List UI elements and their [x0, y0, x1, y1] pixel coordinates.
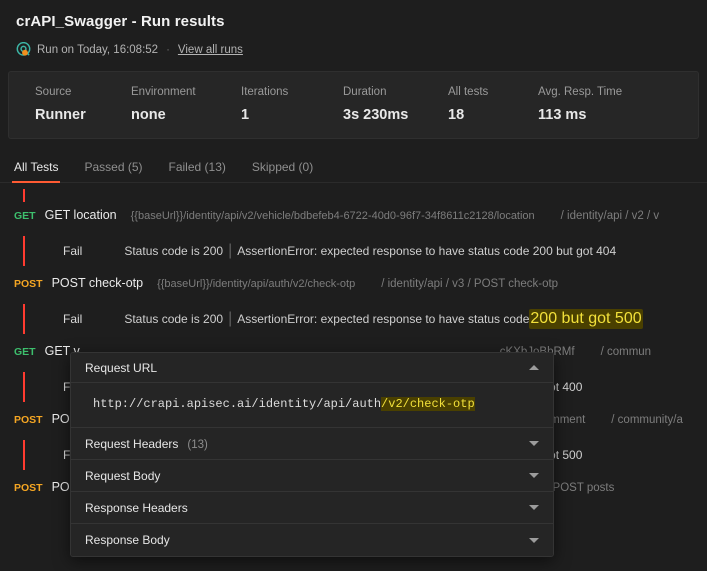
- page-header: crAPI_Swagger - Run results Run on Today…: [0, 0, 707, 57]
- breadcrumb: / identity/api / v3 / POST check-otp: [381, 278, 558, 290]
- tab-passed[interactable]: Passed (5): [84, 160, 142, 182]
- section-title: Response Headers: [85, 501, 188, 515]
- stat-label: All tests: [448, 86, 512, 98]
- request-detail-overlay: Request URL http://crapi.apisec.ai/ident…: [70, 352, 554, 557]
- assertion-status: Fail: [63, 312, 82, 326]
- assertion-name: Status code is 200: [124, 312, 223, 326]
- chevron-down-icon[interactable]: [529, 538, 539, 543]
- stat-value: 3s 230ms: [343, 107, 422, 123]
- request-name: GET location: [45, 208, 117, 222]
- stat-value: none: [131, 107, 215, 123]
- chevron-up-icon[interactable]: [529, 365, 539, 370]
- method-badge: GET: [14, 210, 36, 222]
- stat-avg-resp-time: Avg. Resp. Time 113 ms: [512, 86, 652, 123]
- stat-label: Environment: [131, 86, 215, 98]
- section-title: Request Body: [85, 469, 160, 483]
- run-stats-card: Source Runner Environment none Iteration…: [8, 71, 699, 139]
- stat-value: 113 ms: [538, 107, 652, 123]
- fail-indicator: [23, 189, 25, 202]
- request-url: {{baseUrl}}/identity/api/auth/v2/check-o…: [157, 278, 355, 290]
- stat-iterations: Iterations 1: [215, 86, 317, 123]
- request-headers-section[interactable]: Request Headers(13): [71, 428, 553, 460]
- method-badge: POST: [14, 482, 43, 494]
- stat-label: Avg. Resp. Time: [538, 86, 652, 98]
- run-timestamp: Run on Today, 16:08:52: [37, 44, 158, 56]
- fail-bar: [23, 372, 25, 402]
- assertion-message: AssertionError: expected response to hav…: [237, 244, 616, 258]
- chevron-down-icon[interactable]: [529, 505, 539, 510]
- assertion-message: AssertionError: expected response to hav…: [237, 312, 529, 326]
- request-url-highlight: /v2/check-otp: [381, 397, 475, 411]
- stat-source: Source Runner: [9, 86, 105, 123]
- method-badge: GET: [14, 346, 36, 358]
- assertion-divider: |: [228, 242, 232, 260]
- stat-value: Runner: [35, 107, 105, 123]
- fail-bar: [23, 304, 25, 334]
- stat-label: Iterations: [241, 86, 317, 98]
- method-badge: POST: [14, 278, 43, 290]
- breadcrumb: / identity/api / v2 / v: [561, 210, 659, 222]
- response-headers-section[interactable]: Response Headers: [71, 492, 553, 524]
- breadcrumb: / community/a: [611, 414, 683, 426]
- run-meta: Run on Today, 16:08:52 · View all runs: [16, 42, 691, 57]
- assertion-divider: |: [228, 310, 232, 328]
- request-url-prefix: http://crapi.apisec.ai/identity/api/auth: [93, 397, 381, 411]
- breadcrumb: / commun: [601, 346, 652, 358]
- request-body-section[interactable]: Request Body: [71, 460, 553, 492]
- response-body-section[interactable]: Response Body: [71, 524, 553, 556]
- request-name: POST check-otp: [52, 276, 143, 290]
- section-title: Request Headers(13): [85, 437, 208, 451]
- tab-failed[interactable]: Failed (13): [169, 160, 226, 182]
- run-results-page: crAPI_Swagger - Run results Run on Today…: [0, 0, 707, 571]
- fail-bar: [23, 236, 25, 266]
- stat-all-tests: All tests 18: [422, 86, 512, 123]
- stat-duration: Duration 3s 230ms: [317, 86, 422, 123]
- tab-all-tests[interactable]: All Tests: [14, 160, 58, 182]
- fail-bar: [23, 440, 25, 470]
- stat-value: 1: [241, 107, 317, 123]
- page-title: crAPI_Swagger - Run results: [16, 13, 691, 30]
- assertion-name: Status code is 200: [124, 244, 223, 258]
- view-all-runs-link[interactable]: View all runs: [178, 44, 243, 56]
- request-url: {{baseUrl}}/identity/api/v2/vehicle/bdbe…: [131, 210, 535, 222]
- request-url-value: http://crapi.apisec.ai/identity/api/auth…: [93, 397, 537, 411]
- assertion-status: Fail: [63, 244, 82, 258]
- stat-label: Duration: [343, 86, 422, 98]
- assertion-row: Fail Status code is 200 | AssertionError…: [0, 232, 707, 270]
- table-row[interactable]: GET GET location {{baseUrl}}/identity/ap…: [0, 202, 707, 232]
- stat-value: 18: [448, 107, 512, 123]
- request-url-body: http://crapi.apisec.ai/identity/api/auth…: [71, 383, 553, 428]
- tab-skipped[interactable]: Skipped (0): [252, 160, 313, 182]
- results-tabs: All Tests Passed (5) Failed (13) Skipped…: [0, 153, 707, 183]
- postman-runner-icon: [16, 42, 31, 57]
- stat-label: Source: [35, 86, 105, 98]
- assertion-highlight: 200 but got 500: [529, 309, 642, 329]
- meta-separator: ·: [166, 44, 170, 56]
- method-badge: POST: [14, 414, 43, 426]
- stat-environment: Environment none: [105, 86, 215, 123]
- chevron-down-icon[interactable]: [529, 473, 539, 478]
- table-row[interactable]: POST POST check-otp {{baseUrl}}/identity…: [0, 270, 707, 300]
- assertion-row: Fail Status code is 200 | AssertionError…: [0, 300, 707, 338]
- chevron-down-icon[interactable]: [529, 441, 539, 446]
- request-url-section-header[interactable]: Request URL: [71, 353, 553, 383]
- section-title: Request URL: [85, 361, 157, 375]
- section-count: (13): [187, 439, 207, 451]
- section-title: Response Body: [85, 533, 170, 547]
